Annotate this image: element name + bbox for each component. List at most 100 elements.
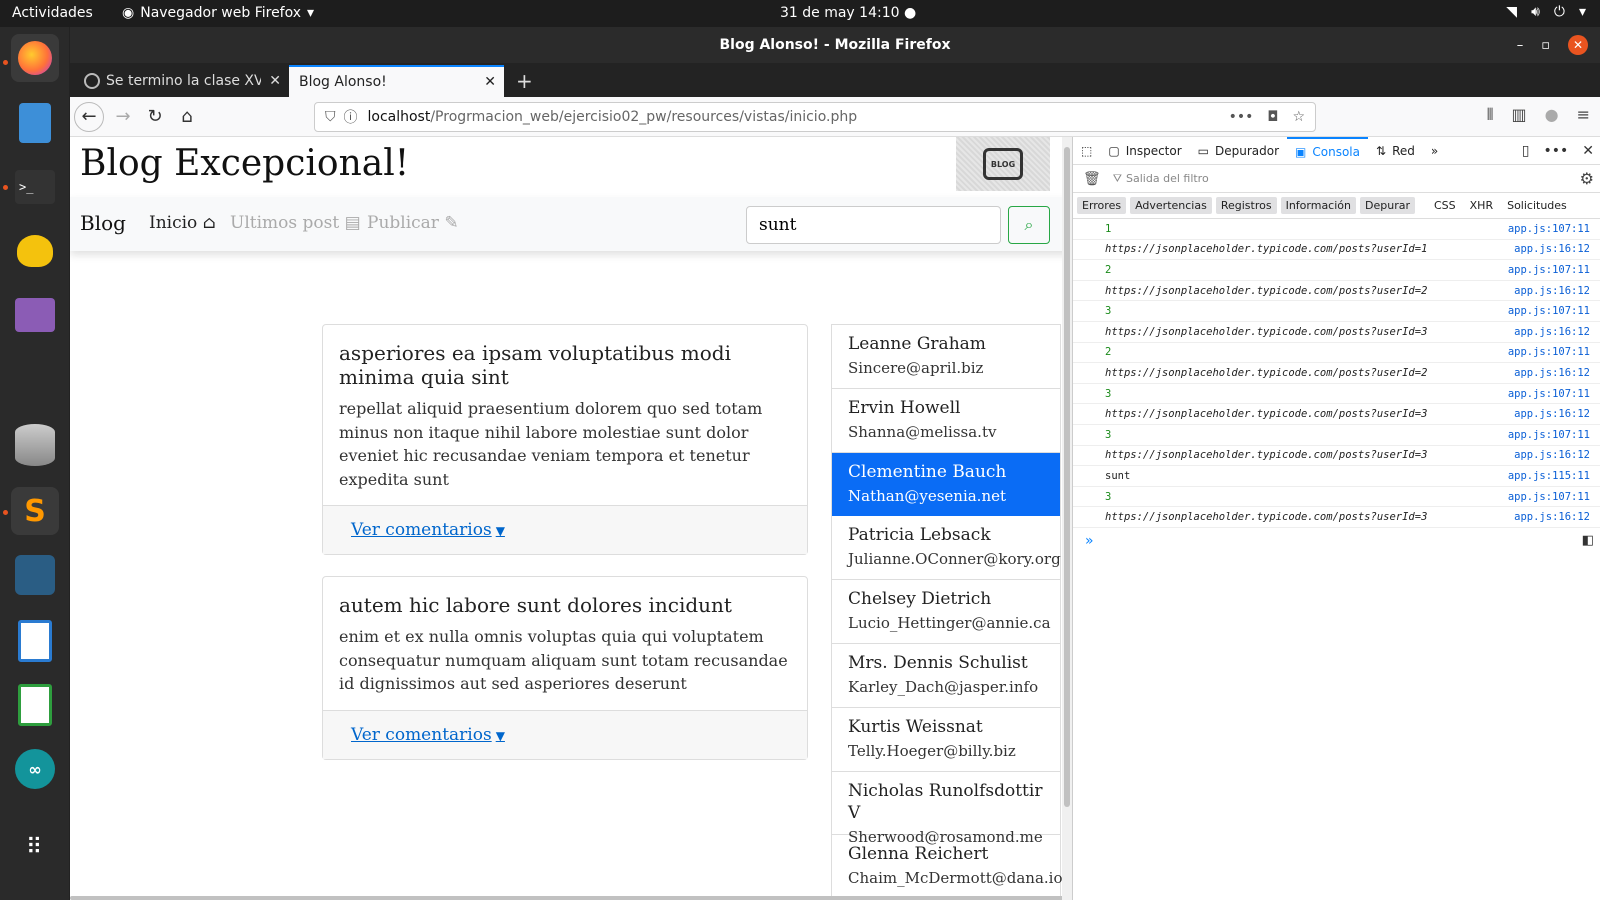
ver-comentarios-link[interactable]: Ver comentarios ▼ <box>351 725 505 745</box>
sublime-text-icon[interactable]: S <box>11 487 59 535</box>
mysql-workbench-icon[interactable] <box>11 551 59 599</box>
user-item[interactable]: Chelsey Dietrich Lucio_Hettinger@annie.ca <box>832 580 1060 644</box>
user-name: Kurtis Weissnat <box>848 716 983 737</box>
tab-inspector[interactable]: ▢ Inspector <box>1100 137 1189 165</box>
nav-inicio[interactable]: Inicio ⌂ <box>149 213 216 233</box>
network-icon: ⇅ <box>1376 143 1387 158</box>
horizontal-scrollbar[interactable] <box>70 896 1072 900</box>
user-item[interactable]: Ervin Howell Shanna@melissa.tv <box>832 388 1060 453</box>
tab-consola[interactable]: ▣ Consola <box>1287 136 1368 165</box>
scrollbar-thumb[interactable] <box>1064 147 1070 807</box>
account-icon[interactable]: ● <box>1545 105 1559 125</box>
ver-comentarios-label: Ver comentarios <box>351 724 492 745</box>
search-button[interactable]: ⌕ <box>1008 206 1050 244</box>
element-picker-icon[interactable]: ⬚ <box>1073 137 1100 165</box>
search-input[interactable]: sunt <box>746 206 1001 244</box>
log-source-link[interactable]: app.js:115:11 <box>1508 470 1590 482</box>
new-tab-button[interactable]: + <box>504 65 545 97</box>
level-registros[interactable]: Registros <box>1215 197 1277 214</box>
level-css[interactable]: CSS <box>1429 197 1461 214</box>
nav-ultimos-post[interactable]: Ultimos post ▤ <box>230 213 361 233</box>
ver-comentarios-link[interactable]: Ver comentarios ▼ <box>351 520 505 540</box>
level-advertencias[interactable]: Advertencias <box>1130 197 1212 214</box>
filter-input[interactable]: Salida del filtro <box>1126 172 1209 185</box>
app-menu[interactable]: ◉ Navegador web Firefox ▾ <box>122 5 314 21</box>
log-source-link[interactable]: app.js:16:12 <box>1514 449 1590 461</box>
close-tab-icon[interactable]: ✕ <box>484 74 496 90</box>
user-item[interactable]: Nicholas Runolfsdottir V Sherwood@rosamon… <box>832 771 1060 846</box>
clock[interactable]: 31 de may 14:10 ● <box>780 5 916 21</box>
gear-icon[interactable]: ⚙ <box>1580 169 1594 188</box>
library-icon[interactable]: ⫴ <box>1487 105 1494 125</box>
user-item[interactable]: Kurtis Weissnat Telly.Hoeger@billy.biz <box>832 707 1060 772</box>
tab-depurador[interactable]: ▭ Depurador <box>1190 137 1287 165</box>
level-xhr[interactable]: XHR <box>1465 197 1498 214</box>
firefox-icon[interactable] <box>11 34 59 82</box>
user-item[interactable]: Mrs. Dennis Schulist Karley_Dach@jasper.i… <box>832 643 1060 708</box>
tab-github[interactable]: Se termino la clase XV · A ✕ <box>74 65 289 97</box>
level-depurar[interactable]: Depurar <box>1360 197 1415 214</box>
level-solicitudes[interactable]: Solicitudes <box>1502 197 1572 214</box>
log-source-link[interactable]: app.js:107:11 <box>1508 491 1590 503</box>
vertical-scrollbar[interactable] <box>1062 137 1072 900</box>
terminal-icon[interactable]: >_ <box>11 163 59 211</box>
writer-icon[interactable] <box>11 617 59 665</box>
level-errores[interactable]: Errores <box>1077 197 1127 214</box>
show-apps-icon[interactable]: ⠿ <box>11 823 59 871</box>
bookmark-star-icon[interactable]: ☆ <box>1292 109 1305 125</box>
user-item[interactable]: Leanne Graham Sincere@april.biz <box>832 325 1060 389</box>
log-source-link[interactable]: app.js:107:11 <box>1508 429 1590 441</box>
tab-red[interactable]: ⇅ Red <box>1368 137 1423 165</box>
log-source-link[interactable]: app.js:107:11 <box>1508 388 1590 400</box>
log-source-link[interactable]: app.js:107:11 <box>1508 346 1590 358</box>
arduino-icon[interactable]: ∞ <box>11 745 59 793</box>
level-informacion[interactable]: Información <box>1280 197 1356 214</box>
file-manager-icon[interactable] <box>11 99 59 147</box>
editor-mode-icon[interactable]: ◧ <box>1582 533 1594 548</box>
log-source-link[interactable]: app.js:107:11 <box>1508 223 1590 235</box>
url-bar[interactable]: ⛉ ⓘ localhost/Progrmacion_web/ejercisio0… <box>314 102 1316 132</box>
home-button[interactable]: ⌂ <box>172 102 202 132</box>
log-source-link[interactable]: app.js:16:12 <box>1514 408 1590 420</box>
nav-publicar[interactable]: Publicar ✎ <box>367 213 459 233</box>
window-titlebar[interactable]: Blog Alonso! - Mozilla Firefox – ▫ ✕ <box>70 27 1600 63</box>
teapot-icon[interactable] <box>11 227 59 275</box>
shield-icon[interactable]: ⛉ <box>325 109 336 125</box>
menu-icon[interactable]: ≡ <box>1577 105 1590 125</box>
close-tab-icon[interactable]: ✕ <box>269 73 281 89</box>
log-source-link[interactable]: app.js:16:12 <box>1514 285 1590 297</box>
trash-icon[interactable]: 🗑︎ <box>1083 171 1101 187</box>
user-email: Karley_Dach@jasper.info <box>848 677 1039 696</box>
system-tray[interactable]: ◥ 🔊︎ ⏻ ▾ <box>1506 4 1586 20</box>
log-source-link[interactable]: app.js:16:12 <box>1514 326 1590 338</box>
log-source-link[interactable]: app.js:16:12 <box>1514 511 1590 523</box>
maximize-icon[interactable]: ▫ <box>1541 38 1550 53</box>
log-source-link[interactable]: app.js:16:12 <box>1514 243 1590 255</box>
pocket-icon[interactable]: ◘ <box>1267 109 1278 125</box>
tab-blog[interactable]: Blog Alonso! ✕ <box>289 65 504 97</box>
minimize-icon[interactable]: – <box>1517 38 1524 53</box>
info-icon[interactable]: ⓘ <box>344 107 358 127</box>
activities-button[interactable]: Actividades <box>12 5 93 21</box>
console-input[interactable]: » ◧ <box>1073 528 1600 554</box>
video-editor-icon[interactable] <box>11 291 59 339</box>
database-icon[interactable] <box>11 421 59 469</box>
forward-button[interactable]: → <box>108 102 138 132</box>
close-window-icon[interactable]: ✕ <box>1568 35 1588 55</box>
sidebar-icon[interactable]: ▥ <box>1512 105 1527 125</box>
user-item-active[interactable]: Clementine Bauch Nathan@yesenia.net <box>832 452 1060 517</box>
tab-red-label: Red <box>1392 143 1415 158</box>
navbar-brand[interactable]: Blog <box>80 211 126 235</box>
log-source-link[interactable]: app.js:107:11 <box>1508 305 1590 317</box>
back-button[interactable]: ← <box>74 101 104 132</box>
log-source-link[interactable]: app.js:16:12 <box>1514 367 1590 379</box>
dock-side-icon[interactable]: ▯ <box>1522 143 1530 159</box>
calc-icon[interactable] <box>11 681 59 729</box>
more-tabs-icon[interactable]: » <box>1423 137 1446 165</box>
log-source-link[interactable]: app.js:107:11 <box>1508 264 1590 276</box>
user-item[interactable]: Patricia Lebsack Julianne.OConner@kory.or… <box>832 516 1061 581</box>
more-actions-icon[interactable]: ••• <box>1229 109 1254 125</box>
close-devtools-icon[interactable]: ✕ <box>1582 143 1594 159</box>
devtools-menu-icon[interactable]: ••• <box>1543 143 1568 159</box>
reload-button[interactable]: ↻ <box>140 102 170 132</box>
